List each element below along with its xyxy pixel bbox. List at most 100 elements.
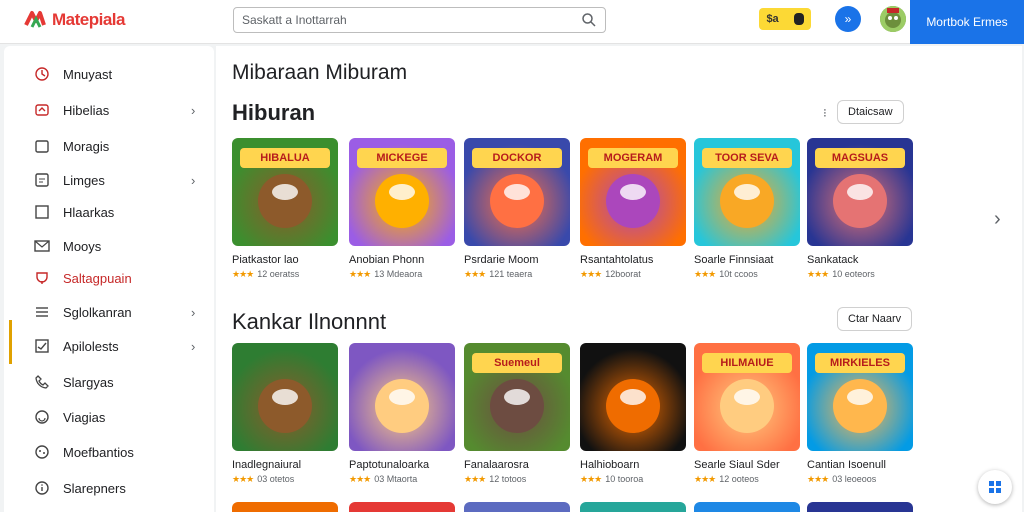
sidebar-item-7[interactable]: Sglolkanran › (4, 298, 214, 326)
game-character-face (272, 184, 298, 200)
game-character-face (847, 184, 873, 200)
chevron-double-right-icon: » (844, 12, 852, 26)
game-card[interactable]: Paptotunaloarka ★★★ 03 Mtaorta (349, 343, 455, 485)
game-character (606, 379, 660, 433)
game-card[interactable]: DOCKOR Psrdarie Moom ★★★ 121 teaera (464, 138, 570, 280)
sidebar-item-0[interactable]: Mnuyast (4, 60, 214, 88)
sidebar-item-6[interactable]: Saltagpuain (4, 264, 214, 292)
star-icon: ★★★ (232, 474, 254, 484)
floating-action-button[interactable] (978, 470, 1012, 504)
game-card[interactable]: Halhioboarn ★★★ 10 tooroa (580, 343, 686, 485)
game-title[interactable]: Sankatack (807, 254, 913, 266)
coins-button[interactable]: $a (759, 8, 811, 30)
grid-icon (989, 481, 1001, 493)
sidebar-item-label: Mnuyast (63, 66, 113, 82)
sort-icon[interactable]: ⁝ (823, 106, 827, 120)
sidebar-item-1[interactable]: Hibelias › (4, 96, 214, 124)
search-icon[interactable] (581, 12, 597, 28)
chevron-right-icon[interactable]: › (994, 208, 1001, 231)
game-character (833, 379, 887, 433)
star-icon: ★★★ (349, 474, 371, 484)
avatar[interactable] (880, 6, 906, 32)
sidebar-item-label: Mooys (63, 238, 102, 254)
game-thumbnail[interactable]: HILMAIUE (694, 343, 800, 451)
star-icon: ★★★ (580, 269, 602, 279)
view-all-button[interactable]: Ctar Naarv (837, 307, 913, 331)
game-title[interactable]: Rsantahtolatus (580, 254, 686, 266)
sidebar-item-label: Slarepners (63, 480, 126, 496)
game-thumbnail[interactable]: Suemeul (464, 343, 570, 451)
app-logo[interactable]: Matepiala (22, 6, 125, 34)
game-thumbnail[interactable]: MICKEGE (349, 138, 455, 246)
game-thumbnail[interactable]: MOGERAM (580, 138, 686, 246)
game-thumbnail[interactable]: MAGSUAS (807, 138, 913, 246)
game-rating: ★★★ 03 leoeoos (807, 474, 913, 485)
game-rating: ★★★ 03 Mtaorta (349, 474, 455, 485)
sidebar-item-2[interactable]: Moragis (4, 132, 214, 160)
cta-button[interactable]: Mortbok Ermes (910, 0, 1024, 44)
phone-icon (35, 375, 49, 389)
game-title[interactable]: Fanalaarosra (464, 459, 570, 471)
game-meta: 03 leoeoos (832, 474, 877, 484)
game-thumbnail[interactable]: TOOR SEVA (694, 138, 800, 246)
sidebar-item-3[interactable]: Limges › (4, 166, 214, 194)
game-title[interactable]: Cantian Isoenull (807, 459, 913, 471)
game-meta: 12boorat (605, 269, 641, 279)
game-character (490, 379, 544, 433)
game-character (833, 174, 887, 228)
game-rating: ★★★ 12 oeratss (232, 269, 338, 280)
star-icon: ★★★ (232, 269, 254, 279)
game-meta: 03 Mtaorta (374, 474, 418, 484)
game-card[interactable]: Suemeul Fanalaarosra ★★★ 12 totoos (464, 343, 570, 485)
game-rating: ★★★ 12 ooteos (694, 474, 800, 485)
game-thumbnail[interactable] (580, 343, 686, 451)
sidebar-item-9[interactable]: Slargyas (4, 368, 214, 396)
game-thumbnail[interactable]: MIRKIELES (807, 343, 913, 451)
logo-text: Matepiala (52, 10, 125, 29)
game-title[interactable]: Halhioboarn (580, 459, 686, 471)
game-card[interactable]: TOOR SEVA Soarle Finnsiaat ★★★ 10t ccoos (694, 138, 800, 280)
game-title[interactable]: Inadlegnaiural (232, 459, 338, 471)
game-card[interactable]: Inadlegnaiural ★★★ 03 otetos (232, 343, 338, 485)
sidebar-item-8[interactable]: Apilolests › (4, 332, 214, 360)
game-title[interactable]: Psrdarie Moom (464, 254, 570, 266)
game-title[interactable]: Paptotunaloarka (349, 459, 455, 471)
game-banner: TOOR SEVA (702, 148, 792, 168)
game-card[interactable]: MOGERAM Rsantahtolatus ★★★ 12boorat (580, 138, 686, 280)
game-card[interactable]: HILMAIUE Searle Siaul Sder ★★★ 12 ooteos (694, 343, 800, 485)
game-title[interactable]: Piatkastor lao (232, 254, 338, 266)
tag-icon (35, 104, 49, 116)
sidebar-item-5[interactable]: Mooys (4, 232, 214, 260)
trophy-icon (36, 272, 48, 284)
game-title[interactable]: Anobian Phonn (349, 254, 455, 266)
game-thumb-partial (349, 502, 455, 512)
game-thumbnail[interactable] (349, 343, 455, 451)
forward-button[interactable]: » (835, 6, 861, 32)
game-title[interactable]: Soarle Finnsiaat (694, 254, 800, 266)
game-thumbnail[interactable]: HIBALUA (232, 138, 338, 246)
sidebar-item-12[interactable]: Slarepners (4, 474, 214, 502)
sidebar-item-4[interactable]: Hlaarkas (4, 198, 214, 226)
search-input[interactable] (242, 13, 581, 27)
game-thumbnail[interactable]: DOCKOR (464, 138, 570, 246)
game-thumbnail[interactable] (232, 343, 338, 451)
search-bar[interactable] (233, 7, 606, 33)
sidebar-item-11[interactable]: Moefbantios (4, 438, 214, 466)
game-banner: DOCKOR (472, 148, 562, 168)
game-meta: 10 eoteors (832, 269, 875, 279)
game-card[interactable]: MICKEGE Anobian Phonn ★★★ 13 Mdeaora (349, 138, 455, 280)
game-character-face (734, 184, 760, 200)
game-rating: ★★★ 121 teaera (464, 269, 570, 280)
filter-button[interactable]: Dtaicsaw (837, 100, 904, 124)
game-title[interactable]: Searle Siaul Sder (694, 459, 800, 471)
sidebar-item-10[interactable]: Viagias (4, 403, 214, 431)
game-card[interactable]: MIRKIELES Cantian Isoenull ★★★ 03 leoeoos (807, 343, 913, 485)
folder-icon (35, 140, 49, 153)
game-character-face (272, 389, 298, 405)
game-character (375, 174, 429, 228)
game-card[interactable]: MAGSUAS Sankatack ★★★ 10 eoteors (807, 138, 913, 280)
game-thumb-partial (580, 502, 686, 512)
menu-icon (36, 307, 48, 317)
game-card[interactable]: HIBALUA Piatkastor lao ★★★ 12 oeratss (232, 138, 338, 280)
game-rating: ★★★ 03 otetos (232, 474, 338, 485)
